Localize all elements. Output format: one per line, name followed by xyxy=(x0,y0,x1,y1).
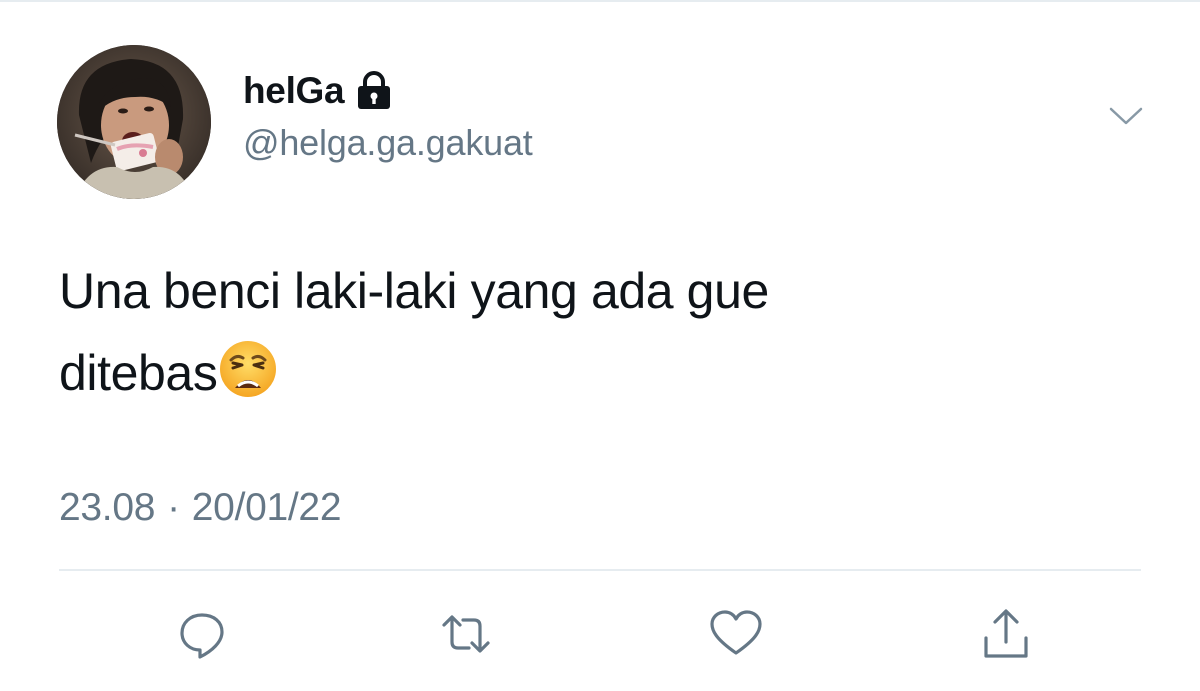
tweet-actions-bar xyxy=(0,596,1200,666)
tweet-text: Una benci laki-laki yang ada gue ditebas xyxy=(59,250,1139,414)
share-icon xyxy=(984,609,1028,658)
author-name-row: helGa xyxy=(243,66,392,116)
tweet-date: 20/01/22 xyxy=(191,486,342,529)
lock-icon xyxy=(356,71,392,111)
retweet-button[interactable] xyxy=(436,604,496,664)
heart-icon xyxy=(710,610,762,655)
tweet-time: 23.08 xyxy=(59,486,156,529)
avatar-image xyxy=(57,45,211,199)
meta-separator: · xyxy=(167,486,180,529)
tweet-timestamp[interactable]: 23.08 · 20/01/22 xyxy=(59,486,342,530)
top-divider xyxy=(0,0,1200,2)
tweet-text-line: Una benci laki-laki yang ada gue xyxy=(59,263,769,319)
tweet-text-line: ditebas xyxy=(59,332,1139,414)
tweet-text-segment: ditebas xyxy=(59,345,218,401)
share-button[interactable] xyxy=(976,604,1036,664)
divider xyxy=(59,569,1141,571)
handle[interactable]: @helga.ga.gakuat xyxy=(243,122,533,164)
reply-button[interactable] xyxy=(172,604,232,664)
chevron-down-icon xyxy=(1109,107,1143,125)
retweet-icon xyxy=(442,615,490,653)
weary-face-emoji xyxy=(217,338,279,400)
avatar[interactable] xyxy=(57,45,211,199)
display-name[interactable]: helGa xyxy=(243,70,345,112)
reply-icon xyxy=(180,613,224,659)
like-button[interactable] xyxy=(706,604,766,664)
more-options-button[interactable] xyxy=(1104,100,1148,132)
